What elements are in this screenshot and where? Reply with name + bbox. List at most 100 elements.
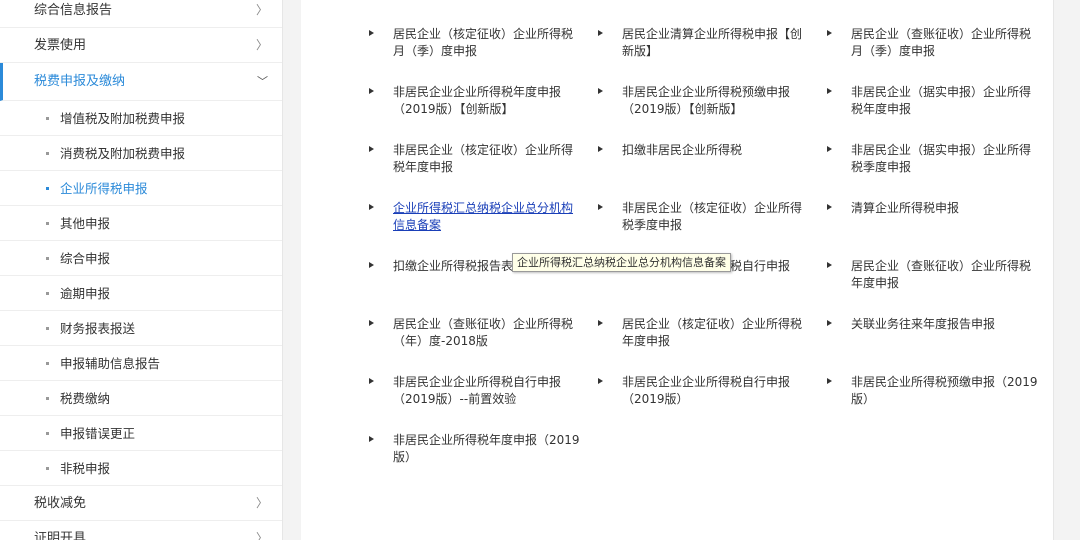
caret-right-icon xyxy=(827,262,832,268)
declaration-link[interactable]: 非居民企业所得税年度申报（2019版） xyxy=(367,432,583,466)
chevron-right-icon: 〉 xyxy=(255,3,268,17)
page: 综合信息报告 〉 发票使用 〉 税费申报及缴纳 ﹀ 增值税及附加税费申报 消费税… xyxy=(0,0,1080,540)
sidebar-item-label: 证明开具 xyxy=(34,531,87,540)
caret-right-icon xyxy=(369,88,374,94)
link-row: 非居民企业企业所得税年度申报（2019版）【创新版】 非居民企业企业所得税预缴申… xyxy=(367,84,1047,142)
caret-right-icon xyxy=(827,320,832,326)
caret-right-icon xyxy=(369,436,374,442)
sidebar-item-comprehensive-report[interactable]: 综合信息报告 〉 xyxy=(0,0,282,28)
bullet-icon xyxy=(46,152,49,155)
bullet-icon xyxy=(46,187,49,190)
sidebar-item-label: 综合信息报告 xyxy=(34,3,113,18)
caret-right-icon xyxy=(598,378,603,384)
caret-right-icon xyxy=(827,88,832,94)
sidebar-subitem-label: 增值税及附加税费申报 xyxy=(60,111,186,126)
sidebar-subitem-comprehensive[interactable]: 综合申报 xyxy=(0,241,282,276)
caret-right-icon xyxy=(598,204,603,210)
sidebar-subitem-auxiliary-info[interactable]: 申报辅助信息报告 xyxy=(0,346,282,381)
sidebar-subitem-label: 申报辅助信息报告 xyxy=(60,356,161,371)
sidebar-subitem-label: 逾期申报 xyxy=(60,286,111,301)
sidebar-subitem-label: 税费缴纳 xyxy=(60,391,111,406)
declaration-link[interactable]: 非居民企业企业所得税自行申报（2019版） xyxy=(596,374,812,408)
sidebar-subitem-tax-payment[interactable]: 税费缴纳 xyxy=(0,381,282,416)
link-row: 居民企业（核定征收）企业所得税月（季）度申报 居民企业清算企业所得税申报【创新版… xyxy=(367,26,1047,84)
bullet-icon xyxy=(46,222,49,225)
sidebar-subitem-label: 其他申报 xyxy=(60,216,111,231)
declaration-link[interactable]: 非居民企业企业所得税预缴申报（2019版）【创新版】 xyxy=(596,84,812,118)
caret-right-icon xyxy=(827,146,832,152)
declaration-link[interactable]: 居民企业（核定征收）企业所得税月（季）度申报 xyxy=(367,26,583,60)
sidebar-subitem-correction[interactable]: 申报错误更正 xyxy=(0,416,282,451)
sidebar-subitem-consumption-tax[interactable]: 消费税及附加税费申报 xyxy=(0,136,282,171)
chevron-right-icon: 〉 xyxy=(255,38,268,52)
sidebar-item-invoice-use[interactable]: 发票使用 〉 xyxy=(0,28,282,63)
sidebar-subitem-overdue[interactable]: 逾期申报 xyxy=(0,276,282,311)
sidebar: 综合信息报告 〉 发票使用 〉 税费申报及缴纳 ﹀ 增值税及附加税费申报 消费税… xyxy=(0,0,283,540)
caret-right-icon xyxy=(369,378,374,384)
caret-right-icon xyxy=(598,146,603,152)
caret-right-icon xyxy=(598,30,603,36)
declaration-link[interactable]: 居民企业清算企业所得税申报【创新版】 xyxy=(596,26,812,60)
declaration-link[interactable]: 非居民企业（据实申报）企业所得税季度申报 xyxy=(825,142,1041,176)
bullet-icon xyxy=(46,257,49,260)
declaration-link[interactable]: 非居民企业所得税预缴申报（2019版） xyxy=(825,374,1041,408)
sidebar-item-certificate[interactable]: 证明开具 〉 xyxy=(0,521,282,540)
declaration-link[interactable]: 非居民企业（核定征收）企业所得税季度申报 xyxy=(596,200,812,234)
link-row: 非居民企业所得税年度申报（2019版） xyxy=(367,432,1047,490)
declaration-link[interactable]: 非居民企业（据实申报）企业所得税年度申报 xyxy=(825,84,1041,118)
caret-right-icon xyxy=(598,88,603,94)
bullet-icon xyxy=(46,397,49,400)
bullet-icon xyxy=(46,432,49,435)
chevron-right-icon: 〉 xyxy=(255,531,268,540)
sidebar-item-tax-reduction[interactable]: 税收减免 〉 xyxy=(0,486,282,521)
right-gutter xyxy=(1053,0,1080,540)
declaration-link[interactable]: 扣缴非居民企业所得税 xyxy=(596,142,812,159)
sidebar-item-label: 税费申报及缴纳 xyxy=(34,74,126,89)
declaration-link-hovered[interactable]: 企业所得税汇总纳税企业总分机构信息备案 xyxy=(367,200,583,234)
sidebar-subitem-financial-statements[interactable]: 财务报表报送 xyxy=(0,311,282,346)
declaration-link[interactable]: 居民企业（查账征收）企业所得税月（季）度申报 xyxy=(825,26,1041,60)
sidebar-subitem-label: 企业所得税申报 xyxy=(60,181,148,196)
sidebar-subitem-corporate-income-tax[interactable]: 企业所得税申报 xyxy=(0,171,282,206)
bullet-icon xyxy=(46,327,49,330)
sidebar-subitem-label: 申报错误更正 xyxy=(60,426,136,441)
caret-right-icon xyxy=(369,146,374,152)
declaration-link[interactable]: 关联业务往来年度报告申报 xyxy=(825,316,1041,333)
chevron-right-icon: 〉 xyxy=(255,496,268,510)
bullet-icon xyxy=(46,467,49,470)
declaration-link[interactable]: 非居民企业（核定征收）企业所得税年度申报 xyxy=(367,142,583,176)
declaration-link[interactable]: 非居民企业企业所得税年度申报（2019版）【创新版】 xyxy=(367,84,583,118)
chevron-down-icon: ﹀ xyxy=(257,75,268,88)
sidebar-subitem-label: 非税申报 xyxy=(60,461,111,476)
sidebar-subitem-vat[interactable]: 增值税及附加税费申报 xyxy=(0,101,282,136)
sidebar-item-label: 发票使用 xyxy=(34,38,87,53)
link-row: 居民企业（查账征收）企业所得税（年）度-2018版 居民企业（核定征收）企业所得… xyxy=(367,316,1047,374)
sidebar-subitem-non-tax[interactable]: 非税申报 xyxy=(0,451,282,486)
link-row: 非居民企业企业所得税自行申报（2019版）--前置效验 非居民企业企业所得税自行… xyxy=(367,374,1047,432)
sidebar-subitem-label: 综合申报 xyxy=(60,251,111,266)
declaration-link[interactable]: 居民企业（查账征收）企业所得税（年）度-2018版 xyxy=(367,316,583,350)
left-gutter xyxy=(283,0,301,540)
bullet-icon xyxy=(46,117,49,120)
caret-right-icon xyxy=(369,320,374,326)
caret-right-icon xyxy=(598,320,603,326)
declaration-link[interactable]: 居民企业（核定征收）企业所得税年度申报 xyxy=(596,316,812,350)
sidebar-item-tax-declaration[interactable]: 税费申报及缴纳 ﹀ xyxy=(0,63,282,101)
bullet-icon xyxy=(46,292,49,295)
sidebar-subitem-label: 消费税及附加税费申报 xyxy=(60,146,186,161)
caret-right-icon xyxy=(827,30,832,36)
sidebar-item-label: 税收减免 xyxy=(34,496,87,511)
link-tooltip: 企业所得税汇总纳税企业总分机构信息备案 xyxy=(512,253,731,272)
declaration-link[interactable]: 居民企业（查账征收）企业所得税年度申报 xyxy=(825,258,1041,292)
sidebar-subitem-label: 财务报表报送 xyxy=(60,321,136,336)
bullet-icon xyxy=(46,362,49,365)
caret-right-icon xyxy=(827,204,832,210)
declaration-link[interactable]: 非居民企业企业所得税自行申报（2019版）--前置效验 xyxy=(367,374,583,408)
sidebar-subitem-other[interactable]: 其他申报 xyxy=(0,206,282,241)
caret-right-icon xyxy=(369,204,374,210)
caret-right-icon xyxy=(369,30,374,36)
declaration-link[interactable]: 清算企业所得税申报 xyxy=(825,200,1041,217)
link-row: 企业所得税汇总纳税企业总分机构信息备案 非居民企业（核定征收）企业所得税季度申报… xyxy=(367,200,1047,258)
link-row: 非居民企业（核定征收）企业所得税年度申报 扣缴非居民企业所得税 非居民企业（据实… xyxy=(367,142,1047,200)
caret-right-icon xyxy=(827,378,832,384)
